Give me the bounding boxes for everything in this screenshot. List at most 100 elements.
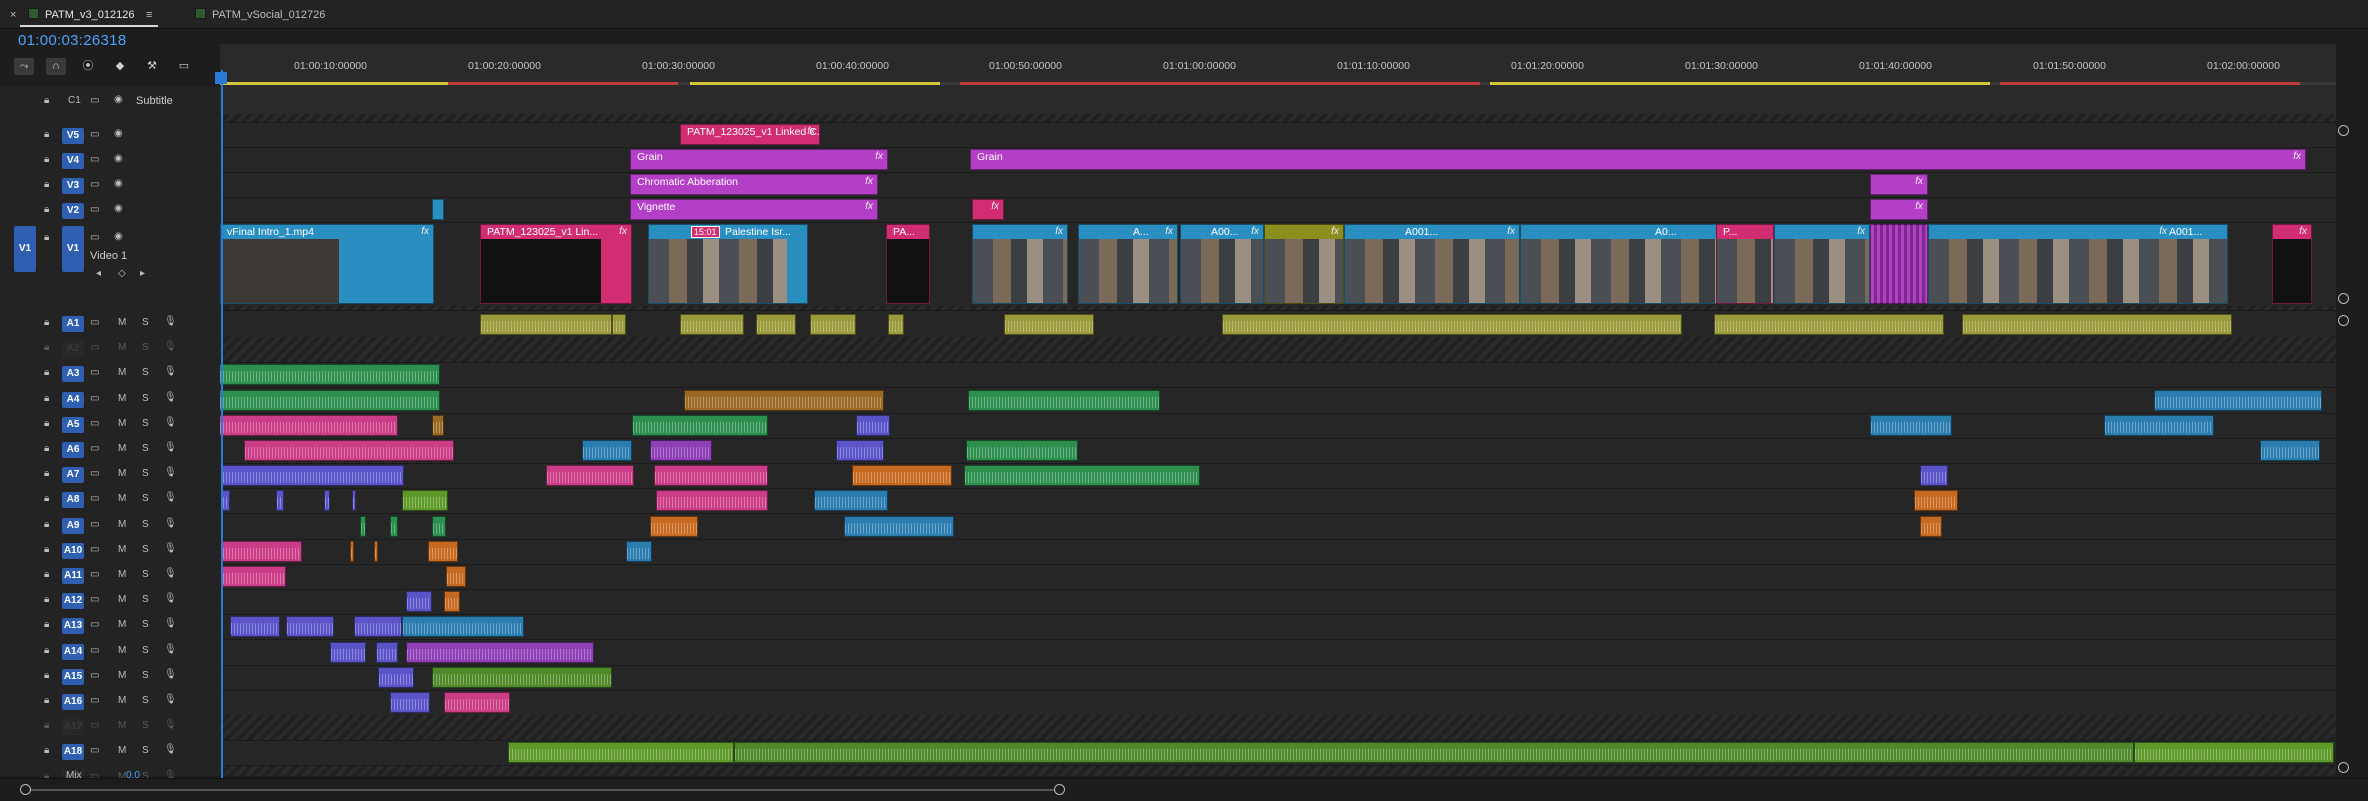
lock-icon[interactable]: 🔒︎ (44, 569, 49, 580)
clip-end[interactable]: fx (2272, 224, 2312, 304)
track-target-a18[interactable]: A18 (62, 744, 84, 760)
fx-badge[interactable]: fx (865, 201, 873, 212)
sync-lock-icon[interactable]: ▭ (90, 493, 99, 504)
microphone-icon[interactable]: 🎙︎ (164, 618, 177, 629)
mute-button[interactable]: M (118, 367, 126, 378)
sync-lock-icon[interactable]: ▭ (90, 519, 99, 530)
lock-icon[interactable]: 🔒︎ (44, 179, 49, 190)
audio-clip[interactable] (360, 516, 366, 537)
audio-clip[interactable] (650, 440, 712, 461)
track-row-a2[interactable] (220, 337, 2336, 363)
solo-button[interactable]: S (142, 443, 149, 454)
clip-grain-2[interactable]: Grain fx (970, 149, 2306, 170)
audio-clip[interactable] (222, 541, 302, 562)
track-row-a13[interactable] (220, 614, 2336, 640)
audio-clip[interactable] (324, 490, 330, 511)
eye-icon[interactable]: ◉ (114, 94, 123, 105)
audio-clip[interactable] (852, 465, 952, 486)
clip-effect[interactable]: fx (1870, 199, 1928, 220)
track-target-a13[interactable]: A13 (62, 618, 84, 634)
audio-clip[interactable] (276, 490, 284, 511)
audio-clip[interactable] (1870, 415, 1952, 436)
track-target-v3[interactable]: V3 (62, 178, 84, 194)
audio-clip[interactable] (1962, 314, 2232, 335)
audio-clip[interactable] (656, 490, 768, 511)
lock-icon[interactable]: 🔒︎ (44, 594, 49, 605)
audio-clip[interactable] (626, 541, 652, 562)
lock-icon[interactable]: 🔒︎ (44, 129, 49, 140)
microphone-icon[interactable]: 🎙︎ (164, 442, 177, 453)
audio-clip[interactable] (378, 667, 414, 688)
mute-button[interactable]: M (118, 670, 126, 681)
track-target-a1[interactable]: A1 (62, 316, 84, 332)
track-target-a16[interactable]: A16 (62, 694, 84, 710)
mute-button[interactable]: M (118, 493, 126, 504)
sync-lock-icon[interactable]: ▭ (90, 695, 99, 706)
lock-icon[interactable]: 🔒︎ (44, 204, 49, 215)
mute-button[interactable]: M (118, 443, 126, 454)
microphone-icon[interactable]: 🎙︎ (164, 518, 177, 529)
audio-clip[interactable] (684, 390, 884, 411)
track-row-a4[interactable] (220, 388, 2336, 414)
audio-clip[interactable] (390, 692, 430, 713)
track-row-a12[interactable] (220, 589, 2336, 615)
solo-button[interactable]: S (142, 544, 149, 555)
track-row-a6[interactable] (220, 438, 2336, 464)
captions-icon[interactable]: ▭ (174, 58, 194, 75)
lock-icon[interactable]: 🔒︎ (44, 745, 49, 756)
mute-button[interactable]: M (118, 342, 126, 353)
playhead-handle[interactable] (215, 72, 227, 84)
lock-icon[interactable]: 🔒︎ (44, 544, 49, 555)
source-patch-v1[interactable]: V1 (14, 226, 36, 272)
audio-clip[interactable] (220, 415, 398, 436)
track-row-a9[interactable] (220, 514, 2336, 540)
fx-badge[interactable]: fx (2293, 151, 2301, 162)
track-target-a9[interactable]: A9 (62, 518, 84, 534)
track-target-a2[interactable]: A2 (62, 341, 84, 357)
audio-clip[interactable] (428, 541, 458, 562)
sync-lock-icon[interactable]: ▭ (90, 443, 99, 454)
mute-button[interactable]: M (118, 544, 126, 555)
sync-lock-icon[interactable]: ▭ (90, 367, 99, 378)
audio-clip[interactable] (650, 516, 698, 537)
sync-lock-icon[interactable]: ▭ (90, 129, 99, 140)
audio-clip[interactable] (1714, 314, 1944, 335)
track-row-v5[interactable]: PATM_123025_v1 Linked C... fx (220, 122, 2336, 148)
solo-button[interactable]: S (142, 594, 149, 605)
insert-overwrite-tool-icon[interactable]: ⤳ (14, 58, 34, 75)
eye-icon[interactable]: ◉ (114, 203, 123, 214)
mute-button[interactable]: M (118, 519, 126, 530)
fx-badge[interactable]: fx (991, 201, 999, 212)
audio-clip[interactable] (2260, 440, 2320, 461)
sync-lock-icon[interactable]: ▭ (90, 745, 99, 756)
sync-lock-icon[interactable]: ▭ (90, 619, 99, 630)
audio-clip[interactable] (402, 616, 524, 637)
solo-button[interactable]: S (142, 342, 149, 353)
add-keyframe-icon[interactable]: ◇ (118, 268, 126, 279)
lock-icon[interactable]: 🔒︎ (44, 342, 49, 353)
lock-icon[interactable]: 🔒︎ (44, 493, 49, 504)
mute-button[interactable]: M (118, 720, 126, 731)
fx-badge[interactable]: fx (421, 226, 429, 237)
track-target-a10[interactable]: A10 (62, 543, 84, 559)
track-row-a5[interactable] (220, 413, 2336, 439)
track-row-a16[interactable] (220, 690, 2336, 716)
solo-button[interactable]: S (142, 393, 149, 404)
mute-button[interactable]: M (118, 393, 126, 404)
subtitle-track-row[interactable] (220, 86, 2336, 115)
audio-clip[interactable] (810, 314, 856, 335)
mute-button[interactable]: M (118, 695, 126, 706)
mute-button[interactable]: M (118, 569, 126, 580)
audio-clip[interactable] (856, 415, 890, 436)
track-target-a15[interactable]: A15 (62, 669, 84, 685)
audio-clip[interactable] (230, 616, 280, 637)
audio-clip[interactable] (654, 465, 768, 486)
fx-badge[interactable]: fx (2299, 226, 2307, 237)
mute-button[interactable]: M (118, 645, 126, 656)
lock-icon[interactable]: 🔒︎ (44, 393, 49, 404)
lock-icon[interactable]: 🔒︎ (44, 95, 49, 106)
track-target-a12[interactable]: A12 (62, 593, 84, 609)
sync-lock-icon[interactable]: ▭ (90, 670, 99, 681)
audio-clip[interactable] (432, 516, 446, 537)
timeline-tracks[interactable]: PATM_123025_v1 Linked C... fx Grain fx G… (220, 86, 2336, 776)
